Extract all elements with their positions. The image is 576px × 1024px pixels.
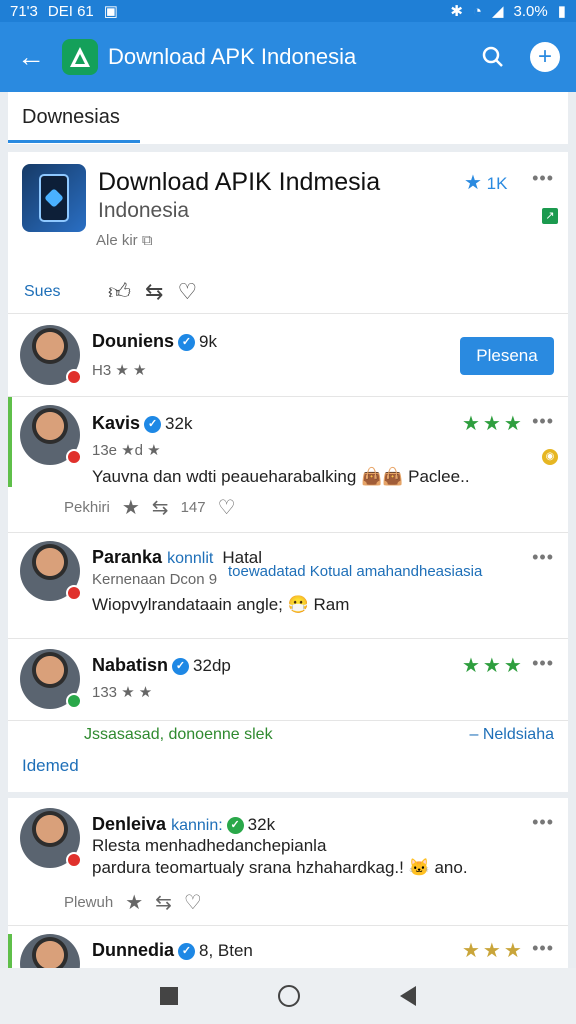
footer-count: 147 [180,499,206,516]
back-icon[interactable] [400,986,416,1006]
badge-icon: ↗ [542,208,558,224]
like-icon[interactable]: 👍︎ [108,278,131,305]
avatar[interactable] [20,808,82,868]
avatar[interactable] [20,649,82,709]
home-icon[interactable] [278,985,300,1007]
comment-text: Yauvna dan wdti peaueharabalking 👜👜 Pacl… [92,467,470,486]
comment-text: pardura teomartualy srana hzhahardkag.! … [92,858,468,877]
verified-icon: ✓ [144,415,162,433]
commenter-name: Denleiva [92,814,167,834]
footer-label[interactable]: Plewuh [64,894,113,911]
avatar[interactable] [20,325,82,385]
verified-icon: ✓ [226,816,244,834]
battery-percent: 3.0% [513,2,548,20]
list-item: Denleiva kannin: ✓ 32k ••• Rlesta menhadhe… [8,798,568,926]
star-rating: ★★★ [462,655,525,677]
search-icon[interactable] [468,22,518,92]
more-options-icon[interactable]: ••• [532,812,554,833]
more-options-icon[interactable]: ••• [532,411,554,432]
app-bar: ← Download APK Indonesia + [0,22,576,92]
avatar[interactable] [20,405,82,465]
actions-row: Sues 👍︎ ⇆ ♡ [8,270,568,314]
verified-icon: ✓ [178,333,196,351]
heart-icon[interactable]: ♡ [218,495,236,520]
app-meta: Ale kir ⧉ [96,232,153,249]
tab-active[interactable]: Downesias [22,106,120,129]
comment-link[interactable]: toewadatad Kotual amahandheasiasia [228,563,482,580]
verified-icon: ✓ [172,657,190,675]
comment-sub: Kernenaan Dcon 9 [92,571,218,588]
avatar[interactable] [20,541,82,601]
status-carrier: DEI 61 [47,2,94,20]
more-options-icon[interactable]: ••• [532,168,554,189]
repost-icon[interactable]: ⇆ [152,495,169,520]
list-item: Nabatisn ✓ 32dp ★★★ ••• 133 ★ ★ [8,639,568,721]
comment-sub: H3 ★ ★ [92,362,147,379]
commenter-name: Paranka [92,547,163,567]
app-subtitle: Indonesia [98,199,190,222]
follow-button[interactable]: Plesena [460,337,554,375]
star-icon[interactable]: ★ [125,890,143,915]
tab-underline [8,140,140,143]
commenter-name: Nabatisn [92,655,169,675]
battery-icon: ▮ [557,3,566,20]
more-options-icon[interactable]: ••• [532,653,554,674]
app-card: Download APIK Indmesia Indonesia Ale kir… [8,152,568,792]
status-bar: 71'3 DEI 61 ▣ ✱ ◔ ◢ 3.0% ▮ [0,0,576,22]
bottom-line-right[interactable]: – Neldsiaha [470,726,555,744]
bottom-line: Jssasasad, donoenne slek – Neldsiaha Ide… [8,726,568,775]
actions-label[interactable]: Sues [24,283,94,301]
bluetooth-icon: ✱ [450,3,463,20]
app-title: Download APIK Indmesia [98,168,381,196]
recents-icon[interactable] [160,987,178,1005]
bottom-line-left: Jssasasad, donoenne slek [84,726,273,743]
commenter-tag: konnlit [167,550,214,567]
comment-sub: 13e ★d ★ [92,442,161,459]
app-rating: ★ 1K [464,172,508,194]
repost-icon[interactable]: ⇆ [155,890,172,915]
list-item: Dunnedia ✓ 8, Bten ★★★ ••• [8,926,568,994]
comment-sub: 133 ★ ★ [92,684,153,701]
system-nav-bar [0,968,576,1024]
back-arrow-icon[interactable]: ← [0,22,62,92]
apk-logo-icon [62,39,98,75]
signal-icon: ◢ [491,3,504,20]
accent-bar [8,934,12,968]
commenter-name: Douniens [92,331,175,351]
star-icon: ★ [464,172,482,194]
more-options-icon[interactable]: ••• [532,938,554,959]
star-rating: ★★★ [462,413,525,435]
comments-card: Denleiva kannin: ✓ 32k ••• Rlesta menhadhe… [8,798,568,994]
comment-text: Rlesta menhadhedanchepianla [92,836,327,855]
list-item: Douniens ✓ 9k H3 ★ ★ Plesena [8,315,568,397]
wifi-icon: ◔ [472,2,482,20]
verified-icon: ✓ [178,942,196,960]
commenter-name: Kavis [92,413,141,433]
footer-label[interactable]: Pekhiri [64,499,110,516]
gallery-icon: ▣ [103,3,118,20]
accent-bar [8,397,12,487]
more-options-icon[interactable]: ••• [532,547,554,568]
tab-strip: Downesias [8,92,568,144]
section-label[interactable]: Idemed [22,756,79,776]
list-item: Paranka konnlit Hatal ••• Kernenaan Dcon… [8,533,568,639]
status-left-text: 71'3 [10,2,38,20]
star-icon[interactable]: ★ [122,495,140,520]
heart-icon[interactable]: ♡ [177,279,197,305]
add-icon[interactable]: + [530,42,560,72]
heart-icon[interactable]: ♡ [184,890,202,915]
app-bar-title: Download APK Indonesia [108,44,357,69]
star-rating: ★★★ [462,940,525,962]
repost-icon[interactable]: ⇆ [145,279,163,305]
app-icon[interactable] [22,164,86,232]
list-item: Kavis ✓ 32k ★★★ ••• ◉ 13e ★d ★ Yauvna dan … [8,397,568,533]
commenter-tag: kannin: [171,817,223,834]
coin-icon: ◉ [542,449,558,465]
comment-text: Wiopvylrandataain angle; 😷 Ram [92,595,350,614]
commenter-name: Dunnedia [92,940,175,960]
share-icon: ⧉ [141,232,153,249]
